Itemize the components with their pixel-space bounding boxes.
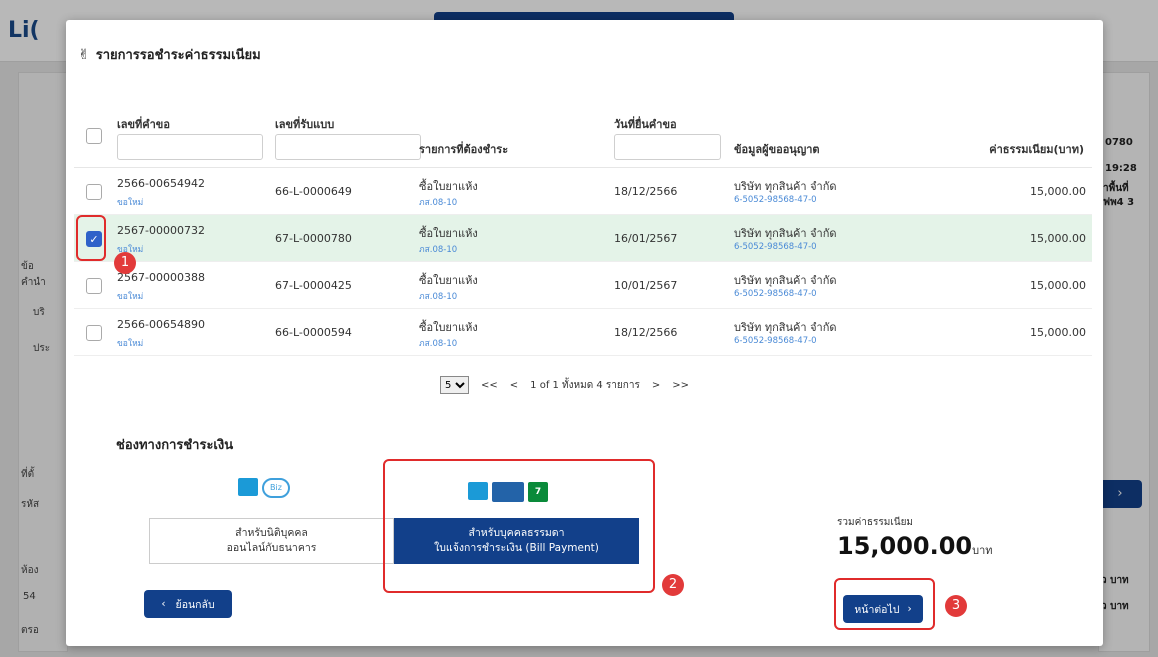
request-no: 2567-00000388: [117, 271, 205, 284]
modal-title: ✌ รายการรอชำระค่าธรรมเนียม: [78, 44, 261, 65]
fee-amount: 15,000.00: [1030, 279, 1086, 292]
chevron-left-icon: ‹: [161, 598, 166, 610]
row-checkbox[interactable]: [86, 325, 102, 341]
company-name: บริษัท ทุกสินค้า จำกัด: [734, 321, 837, 334]
corporate-bank-logos: Biz: [238, 478, 290, 498]
submit-date: 18/12/2566: [614, 326, 678, 339]
item-code-link[interactable]: ภส.08-10: [419, 336, 457, 350]
total-fee-value: 15,000.00: [837, 532, 973, 560]
request-no: 2567-00000732: [117, 224, 205, 237]
form-no: 66-L-0000649: [275, 185, 352, 198]
request-type-link[interactable]: ขอใหม่: [117, 336, 143, 350]
header-request-no: เลขที่คำขอ: [117, 118, 170, 131]
submit-date: 18/12/2566: [614, 185, 678, 198]
hand-coin-icon: ✌: [78, 46, 90, 63]
tax-id: 6-5052-98568-47-0: [734, 195, 817, 205]
filter-submit-date-input[interactable]: [614, 134, 721, 160]
tax-id: 6-5052-98568-47-0: [734, 289, 817, 299]
request-type-link[interactable]: ขอใหม่: [117, 195, 143, 209]
item-code-link[interactable]: ภส.08-10: [419, 289, 457, 303]
form-no: 67-L-0000780: [275, 232, 352, 245]
company-name: บริษัท ทุกสินค้า จำกัด: [734, 227, 837, 240]
table-row[interactable]: 2566-00654942 ขอใหม่ 66-L-0000649 ซื้อใบ…: [74, 168, 1092, 215]
item-code-link[interactable]: ภส.08-10: [419, 242, 457, 256]
page-size-select[interactable]: 5: [440, 376, 469, 394]
fee-amount: 15,000.00: [1030, 326, 1086, 339]
header-submit-date: วันที่ยื่นคำขอ: [614, 118, 677, 131]
prev-page-button[interactable]: <: [510, 380, 518, 391]
pending-fees-table: เลขที่คำขอ เลขที่รับแบบ รายการที่ต้องชำร…: [74, 100, 1092, 356]
tax-id: 6-5052-98568-47-0: [734, 242, 817, 252]
back-button[interactable]: ‹ ย้อนกลับ: [144, 590, 232, 618]
corporate-payment-option[interactable]: สำหรับนิติบุคคล ออนไลน์กับธนาคาร: [149, 518, 394, 564]
step3-highlight: [834, 578, 935, 630]
step3-badge: 3: [945, 595, 967, 617]
item-name: ซื้อใบยาแห้ง: [419, 274, 478, 287]
request-type-link[interactable]: ขอใหม่: [117, 289, 143, 303]
payment-channel-title: ช่องทางการชำระเงิน: [116, 438, 234, 453]
last-page-button[interactable]: >>: [672, 380, 689, 391]
header-fee: ค่าธรรมเนียม(บาท): [989, 143, 1084, 156]
request-no: 2566-00654890: [117, 318, 205, 331]
pagination: 5 << < 1 of 1 ทั้งหมด 4 รายการ > >>: [440, 376, 689, 394]
krungthai-logo-icon: [238, 478, 258, 496]
pagination-info: 1 of 1 ทั้งหมด 4 รายการ: [530, 379, 640, 391]
filter-form-no-input[interactable]: [275, 134, 421, 160]
header-form-no: เลขที่รับแบบ: [275, 118, 335, 131]
select-all-checkbox[interactable]: [86, 128, 102, 144]
total-fee-label: รวมค่าธรรมเนียม: [837, 517, 914, 528]
company-name: บริษัท ทุกสินค้า จำกัด: [734, 180, 837, 193]
header-item: รายการที่ต้องชำระ: [419, 143, 509, 156]
header-applicant: ข้อมูลผู้ขออนุญาต: [734, 143, 820, 156]
request-no: 2566-00654942: [117, 177, 205, 190]
table-row-selected[interactable]: ✓ 2567-00000732 ขอใหม่ 67-L-0000780 ซื้อ…: [74, 215, 1092, 262]
item-name: ซื้อใบยาแห้ง: [419, 180, 478, 193]
table-header: เลขที่คำขอ เลขที่รับแบบ รายการที่ต้องชำร…: [74, 100, 1092, 168]
next-page-button[interactable]: >: [652, 380, 660, 391]
company-name: บริษัท ทุกสินค้า จำกัด: [734, 274, 837, 287]
table-row[interactable]: 2566-00654890 ขอใหม่ 66-L-0000594 ซื้อใบ…: [74, 309, 1092, 356]
row-checkbox[interactable]: [86, 278, 102, 294]
step1-highlight: [76, 215, 106, 261]
table-row[interactable]: 2567-00000388 ขอใหม่ 67-L-0000425 ซื้อใบ…: [74, 262, 1092, 309]
item-name: ซื้อใบยาแห้ง: [419, 227, 478, 240]
step2-highlight: [383, 459, 655, 593]
corporate-option-line1: สำหรับนิติบุคคล: [235, 526, 308, 539]
first-page-button[interactable]: <<: [481, 380, 498, 391]
fee-amount: 15,000.00: [1030, 185, 1086, 198]
submit-date: 16/01/2567: [614, 232, 678, 245]
fee-amount: 15,000.00: [1030, 232, 1086, 245]
biz-growing-logo-icon: Biz: [262, 478, 290, 498]
row-checkbox[interactable]: [86, 184, 102, 200]
total-fee-amount: 15,000.00บาท: [837, 532, 993, 560]
tax-id: 6-5052-98568-47-0: [734, 336, 817, 346]
modal-title-text: รายการรอชำระค่าธรรมเนียม: [95, 48, 261, 63]
total-fee-unit: บาท: [972, 544, 993, 557]
back-button-label: ย้อนกลับ: [175, 598, 215, 611]
step2-badge: 2: [662, 574, 684, 596]
item-code-link[interactable]: ภส.08-10: [419, 195, 457, 209]
corporate-option-line2: ออนไลน์กับธนาคาร: [226, 542, 317, 554]
item-name: ซื้อใบยาแห้ง: [419, 321, 478, 334]
step1-badge: 1: [114, 252, 136, 274]
form-no: 66-L-0000594: [275, 326, 352, 339]
filter-request-no-input[interactable]: [117, 134, 263, 160]
submit-date: 10/01/2567: [614, 279, 678, 292]
form-no: 67-L-0000425: [275, 279, 352, 292]
